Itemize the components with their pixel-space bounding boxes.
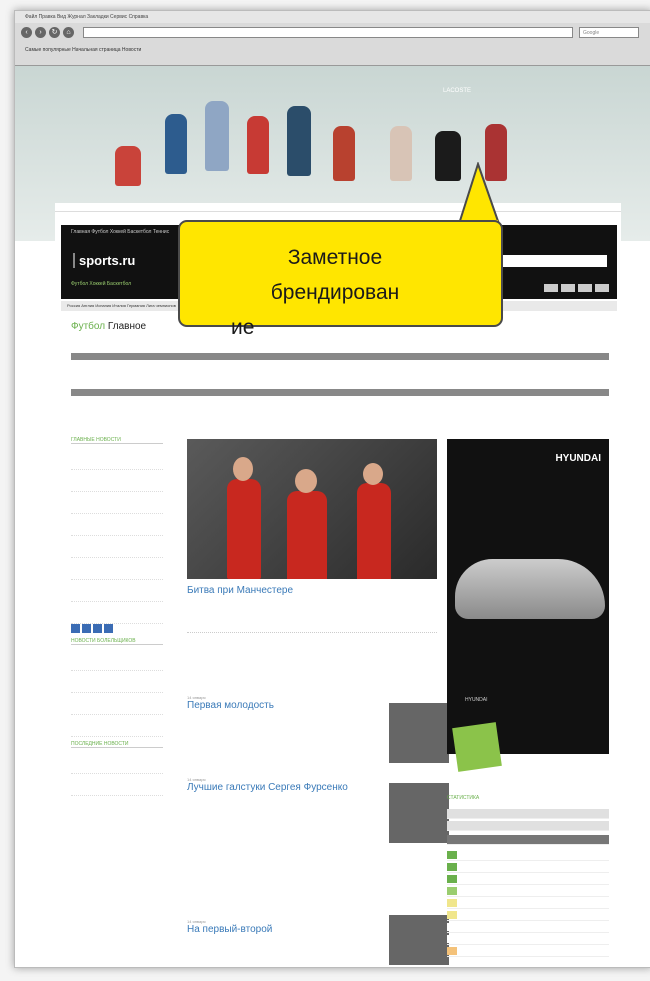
football-player [227, 479, 261, 579]
latest-news-header[interactable]: ПОСЛЕДНИЕ НОВОСТИ [71, 741, 163, 748]
news-thumbnail[interactable] [389, 915, 449, 965]
main-headline[interactable]: Битва при Манчестере [187, 585, 437, 596]
table-row[interactable] [447, 935, 609, 945]
banner-person [333, 126, 355, 181]
car-image [455, 559, 605, 619]
left-column: ГЛАВНЫЕ НОВОСТИ НОВОСТИ БОЛЕЛЬЩИКОВ ПОСЛ… [71, 433, 163, 796]
football-player [287, 491, 327, 579]
promo-badge[interactable] [452, 722, 502, 772]
news-item[interactable] [71, 693, 163, 715]
main-news-photo[interactable] [187, 439, 437, 579]
table-row[interactable] [447, 821, 609, 831]
site-search-input[interactable] [497, 255, 607, 267]
news-item[interactable] [71, 649, 163, 671]
reload-icon[interactable]: ↻ [49, 27, 60, 38]
news-item[interactable] [71, 715, 163, 737]
news-item[interactable] [71, 602, 163, 624]
news-item[interactable] [71, 774, 163, 796]
banner-person [205, 101, 229, 171]
bookmarks-bar[interactable]: Самые популярные Начальная страница Ново… [25, 47, 141, 53]
forward-icon[interactable]: › [35, 27, 46, 38]
news-item[interactable] [71, 470, 163, 492]
scores-header [71, 353, 609, 360]
table-row[interactable] [447, 911, 609, 921]
right-column: HYUNDAI HYUNDAI [447, 439, 609, 754]
callout-text: Заметное брендирован ие [215, 240, 455, 345]
player-head [295, 469, 317, 493]
football-player [357, 483, 391, 579]
news-item[interactable] [71, 514, 163, 536]
callout-line-3: ие [231, 316, 255, 339]
table-row[interactable] [447, 899, 609, 909]
news-item[interactable] [71, 752, 163, 774]
table-row[interactable] [447, 887, 609, 897]
section-title-sport: Футбол [71, 321, 106, 332]
banner-person [247, 116, 269, 174]
hyundai-ad[interactable]: HYUNDAI HYUNDAI [447, 439, 609, 754]
scores-row[interactable] [71, 363, 609, 375]
table-row[interactable] [447, 923, 609, 933]
fan-news-header[interactable]: НОВОСТИ БОЛЕЛЬЩИКОВ [71, 638, 163, 645]
top-strip [55, 203, 621, 212]
browser-window: Файл Правка Вид Журнал Закладки Сервис С… [14, 10, 650, 968]
browser-menubar[interactable]: Файл Правка Вид Журнал Закладки Сервис С… [15, 11, 650, 23]
news-item[interactable] [71, 580, 163, 602]
site-top-tabs[interactable]: Главная Футбол Хоккей Баскетбол Теннис [71, 229, 169, 235]
callout-line-1: Заметное [287, 246, 383, 269]
scores-header [71, 389, 609, 396]
player-head [233, 457, 253, 481]
table-row[interactable] [447, 875, 609, 885]
news-item[interactable] [71, 492, 163, 514]
news-thumbnail[interactable] [389, 703, 449, 763]
news-item[interactable] [71, 671, 163, 693]
table-row[interactable] [447, 947, 609, 957]
banner-person [115, 146, 141, 186]
player-head [363, 463, 383, 485]
section-title-rest: Главное [107, 321, 147, 332]
social-icons[interactable] [71, 624, 163, 634]
stats-header[interactable]: СТАТИСТИКА [447, 795, 479, 801]
main-news-header[interactable]: ГЛАВНЫЕ НОВОСТИ [71, 437, 163, 444]
main-column: Битва при Манчестере [187, 439, 437, 633]
section-title: Футбол Главное [71, 321, 146, 332]
news-thumbnail[interactable] [389, 783, 449, 843]
scores-row[interactable] [71, 399, 609, 411]
banner-person [390, 126, 412, 181]
table-row[interactable] [447, 863, 609, 873]
browser-chrome: Файл Правка Вид Журнал Закладки Сервис С… [15, 11, 650, 66]
main-desc [187, 596, 437, 633]
browser-search-input[interactable]: Google [579, 27, 639, 38]
lacoste-logo: LACOSTE [442, 88, 471, 94]
browser-nav-row: ‹ › ↻ ⌂ Google [21, 27, 645, 41]
news-item[interactable] [71, 536, 163, 558]
table-row[interactable] [447, 851, 609, 861]
back-icon[interactable]: ‹ [21, 27, 32, 38]
callout-line-2: брендирован [270, 281, 400, 304]
site-sport-nav[interactable]: Футбол Хоккей Баскетбол [71, 281, 131, 287]
table-row[interactable] [447, 809, 609, 819]
banner-person [165, 114, 187, 174]
ad-brand: HYUNDAI [555, 453, 601, 464]
home-icon[interactable]: ⌂ [63, 27, 74, 38]
site-logo[interactable]: sports.ru [73, 253, 135, 268]
news-item[interactable] [71, 448, 163, 470]
table-header [447, 835, 609, 845]
social-buttons[interactable] [541, 279, 609, 297]
news-item[interactable] [71, 558, 163, 580]
banner-person [287, 106, 311, 176]
ad-logo: HYUNDAI [465, 697, 488, 703]
address-bar[interactable] [83, 27, 573, 38]
